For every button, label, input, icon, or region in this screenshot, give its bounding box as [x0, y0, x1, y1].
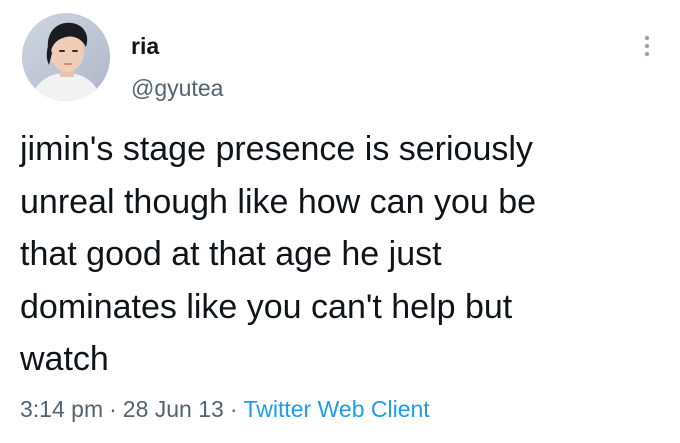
tweet-metadata: 3:14 pm · 28 Jun 13 · Twitter Web Client [20, 395, 430, 423]
author-display-name[interactable]: ria [131, 33, 159, 59]
tweet-date[interactable]: 28 Jun 13 [123, 396, 224, 422]
avatar[interactable] [22, 13, 110, 101]
vertical-ellipsis-icon [644, 35, 650, 57]
tweet-card: ria @gyutea jimin's stage presence is se… [0, 0, 680, 443]
more-options-button[interactable] [634, 28, 660, 64]
tweet-text: jimin's stage presence is seriously unre… [20, 130, 537, 378]
author-handle[interactable]: @gyutea [131, 75, 223, 101]
separator-dot: · [229, 396, 238, 422]
tweet-source-link[interactable]: Twitter Web Client [243, 396, 429, 422]
tweet-time[interactable]: 3:14 pm [20, 396, 103, 422]
avatar-photo [22, 13, 110, 101]
separator-dot: · [109, 396, 117, 422]
